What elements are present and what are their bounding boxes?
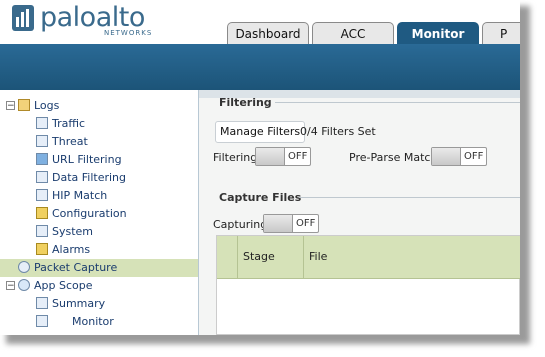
sidebar-item-hip-match[interactable]: HIP Match: [36, 187, 107, 205]
sidebar-item-label: Configuration: [52, 207, 127, 220]
sidebar-item-traffic[interactable]: Traffic: [36, 115, 85, 133]
collapse-icon[interactable]: −: [6, 280, 15, 290]
system-icon: [36, 225, 48, 237]
capture-files-heading: Capture Files: [219, 191, 302, 204]
toggle-state: OFF: [464, 151, 484, 162]
logs-folder-icon: [18, 99, 30, 111]
collapse-icon[interactable]: −: [6, 100, 15, 110]
capture-files-table: Stage File: [216, 235, 520, 335]
sidebar-item-data-filtering[interactable]: Data Filtering: [36, 169, 126, 187]
threat-log-icon: [36, 135, 48, 147]
sidebar-item-summary[interactable]: Summary: [36, 295, 105, 313]
tab-policies[interactable]: P: [482, 22, 520, 44]
column-header-file[interactable]: File: [303, 236, 520, 278]
filtering-toggle[interactable]: OFF: [255, 147, 311, 166]
toggle-knob: [256, 148, 285, 165]
packet-capture-icon: [18, 261, 30, 273]
sidebar-item-configuration[interactable]: Configuration: [36, 205, 127, 223]
toggle-knob: [432, 148, 461, 165]
sidebar-item-packet-capture[interactable]: Packet Capture: [0, 259, 198, 277]
tab-acc[interactable]: ACC: [312, 22, 394, 44]
sidebar-item-label: App Scope: [34, 279, 93, 292]
toggle-state: OFF: [288, 151, 308, 162]
preparse-match-label: Pre-Parse Match: [349, 151, 438, 164]
hip-match-icon: [36, 189, 48, 201]
sidebar-item-threat[interactable]: Threat: [36, 133, 88, 151]
filtering-label: Filtering: [213, 151, 258, 164]
filters-set-count: 0/4 Filters Set: [300, 125, 376, 138]
header-bar: [0, 44, 520, 90]
tab-dashboard[interactable]: Dashboard: [227, 22, 309, 44]
manage-filters-button[interactable]: Manage Filters: [215, 121, 306, 143]
table-header: Stage File: [217, 236, 520, 279]
sidebar-item-label: Logs: [34, 99, 60, 112]
change-monitor-icon: [36, 315, 48, 327]
data-filtering-icon: [36, 171, 48, 183]
paloalto-logo-icon: [12, 5, 34, 31]
app-window: paloalto NETWORKS Dashboard ACC Monitor …: [0, 0, 520, 335]
capture-files-divider: [299, 197, 520, 198]
sidebar-item-logs[interactable]: − Logs: [6, 97, 59, 115]
brand-subtitle: NETWORKS: [104, 29, 153, 37]
sidebar-item-alarms[interactable]: Alarms: [36, 241, 90, 259]
column-header-stage[interactable]: Stage: [237, 236, 303, 278]
sidebar-item-label: Monitor: [72, 315, 114, 328]
sidebar-item-label: Alarms: [52, 243, 91, 256]
main-panel: Filtering Manage Filters 0/4 Filters Set…: [199, 90, 520, 335]
header: paloalto NETWORKS Dashboard ACC Monitor …: [0, 0, 520, 44]
filtering-divider: [275, 102, 520, 103]
sidebar-item-label: Packet Capture: [34, 261, 118, 274]
sidebar-item-label: Summary: [52, 297, 106, 310]
sidebar-item-app-scope[interactable]: − App Scope: [6, 277, 93, 295]
tab-monitor[interactable]: Monitor: [397, 22, 479, 44]
toggle-state: OFF: [296, 218, 316, 229]
sidebar-item-url-filtering[interactable]: URL Filtering: [36, 151, 122, 169]
traffic-log-icon: [36, 117, 48, 129]
sidebar-item-label: Threat: [52, 135, 88, 148]
select-column-header[interactable]: [217, 236, 237, 278]
sidebar-item-system[interactable]: System: [36, 223, 93, 241]
sidebar-item-label: Traffic: [52, 117, 86, 130]
configuration-icon: [36, 207, 48, 219]
capturing-label: Capturing: [213, 218, 268, 231]
app-scope-icon: [18, 279, 30, 291]
sidebar-item-label: System: [52, 225, 94, 238]
sidebar-item-label: URL Filtering: [52, 153, 122, 166]
url-filtering-icon: [36, 153, 48, 165]
sidebar-item-change-monitor[interactable]: Monitor: [36, 313, 114, 331]
toggle-knob: [264, 215, 293, 232]
filtering-heading: Filtering: [219, 96, 272, 109]
sidebar-item-label: Data Filtering: [52, 171, 127, 184]
sidebar-item-label: HIP Match: [52, 189, 108, 202]
alarms-icon: [36, 243, 48, 255]
summary-icon: [36, 297, 48, 309]
sidebar: − Logs Traffic Threat URL Filtering Data …: [0, 90, 199, 335]
capturing-toggle[interactable]: OFF: [263, 214, 319, 233]
preparse-match-toggle[interactable]: OFF: [431, 147, 487, 166]
